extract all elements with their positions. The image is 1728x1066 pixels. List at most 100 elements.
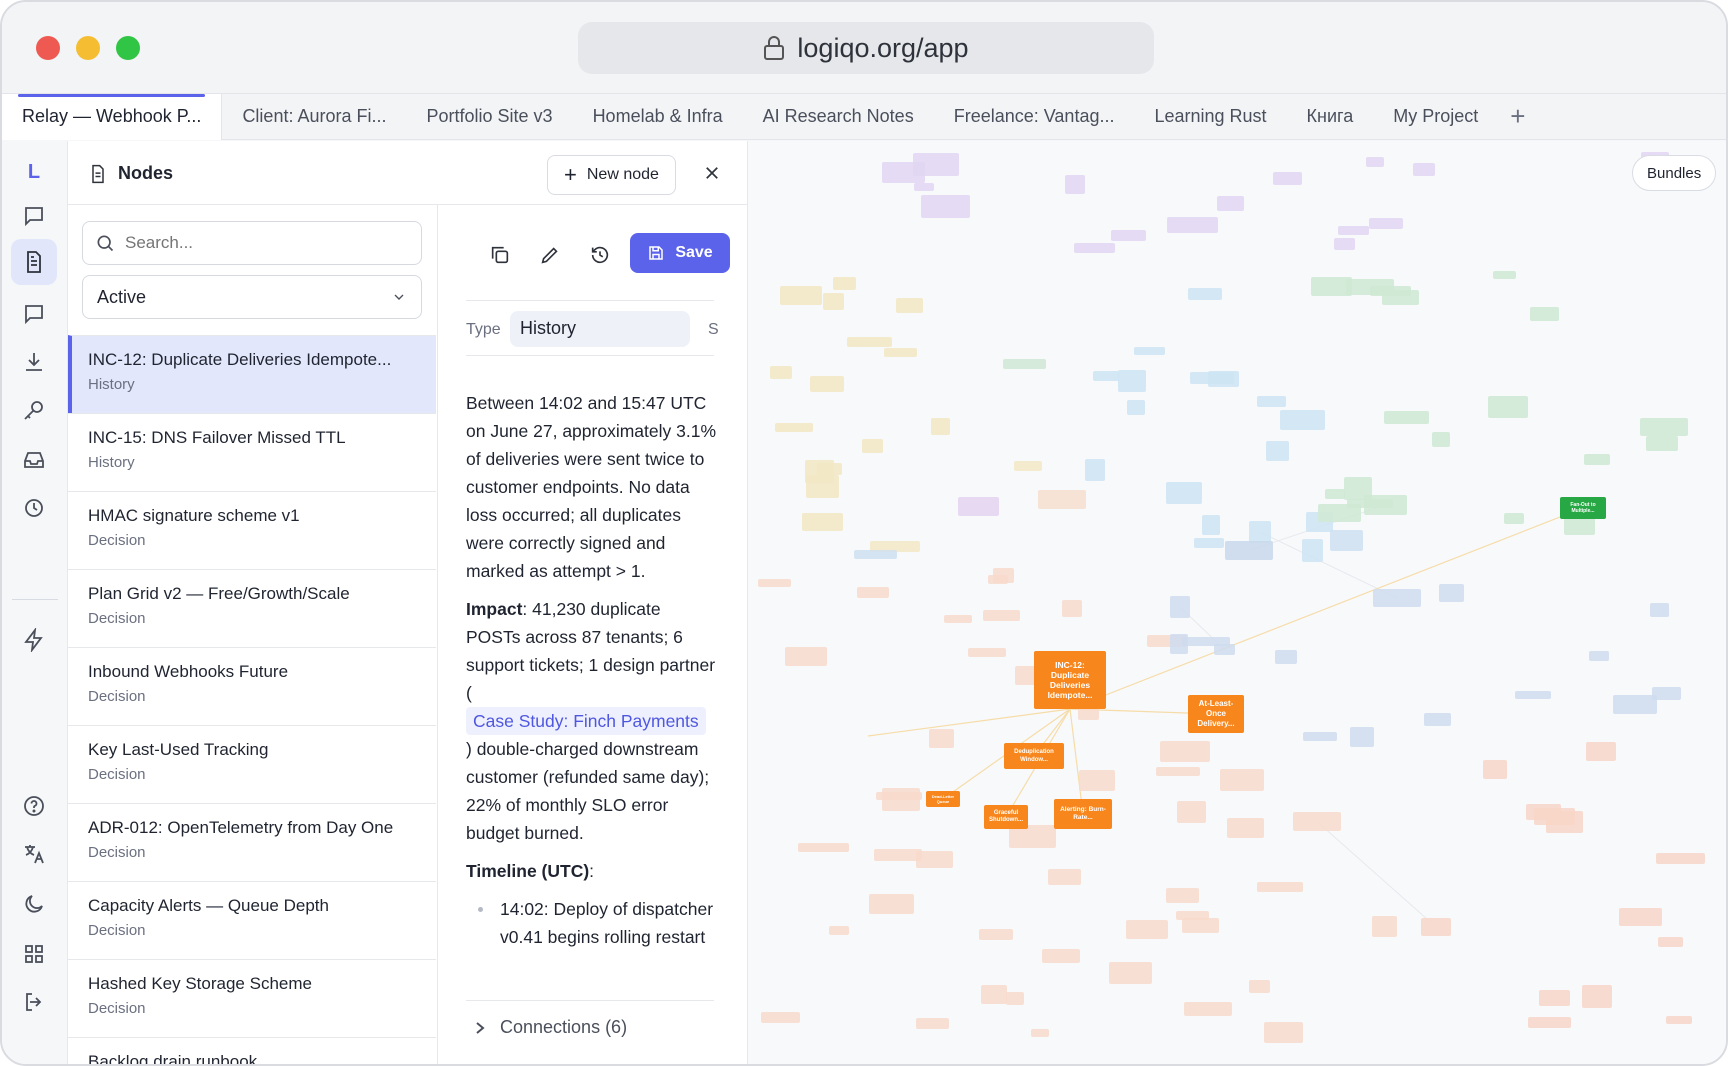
tab-learning-rust[interactable]: Learning Rust [1134, 94, 1286, 140]
graph-node-faded [1303, 732, 1337, 741]
document-icon[interactable] [11, 239, 57, 285]
tab-client-aurora[interactable]: Client: Aurora Fi... [222, 94, 406, 140]
save-button[interactable]: Save [630, 233, 730, 273]
graph-node-faded [1079, 770, 1115, 791]
close-window-button[interactable] [36, 36, 60, 60]
graph-node-fan-out[interactable]: Fan-Out to Multiple... [1560, 497, 1606, 519]
tab-freelance[interactable]: Freelance: Vantag... [934, 94, 1135, 140]
graph-node-faded [1413, 163, 1435, 176]
close-panel-button[interactable] [696, 157, 728, 189]
tab-my-project[interactable]: My Project [1373, 94, 1498, 140]
list-item[interactable]: INC-15: DNS Failover Missed TTL History [68, 413, 436, 491]
graph-node-alerting-burn-rate[interactable]: Alerting: Burn-Rate... [1054, 799, 1112, 829]
app-window: logiqo.org/app Relay — Webhook P... Clie… [0, 0, 1728, 1066]
lightning-icon[interactable] [11, 617, 57, 663]
graph-node-dead-letter[interactable]: Dead-Letter Queue [926, 791, 960, 807]
maximize-window-button[interactable] [116, 36, 140, 60]
node-title: Backlog drain runbook [88, 1052, 258, 1066]
tab-homelab[interactable]: Homelab & Infra [573, 94, 743, 140]
list-item[interactable]: ADR-012: OpenTelemetry from Day One Deci… [68, 803, 436, 881]
history-button[interactable] [582, 237, 618, 273]
graph-node-faded [1062, 600, 1082, 617]
app-logo[interactable]: L [2, 161, 66, 184]
graph-node-dedup-window[interactable]: Deduplication Window... [1004, 743, 1064, 769]
graph-node-faded [847, 337, 892, 347]
divider [466, 355, 714, 356]
graph-edge [1069, 507, 1584, 710]
comment-icon[interactable] [11, 291, 57, 337]
logout-icon[interactable] [11, 979, 57, 1025]
connections-toggle[interactable]: Connections (6) [474, 1017, 627, 1038]
graph-canvas[interactable]: INC-12: Duplicate Deliveries Idempote...… [748, 141, 1726, 1064]
grid-icon[interactable] [11, 931, 57, 977]
moon-icon[interactable] [11, 881, 57, 927]
graph-node-faded [882, 788, 920, 811]
chevron-right-icon [476, 1021, 485, 1034]
search-box[interactable] [82, 221, 422, 265]
graph-node-faded [1134, 347, 1165, 355]
list-item[interactable]: Key Last-Used Tracking Decision [68, 725, 436, 803]
node-title: Plan Grid v2 — Free/Growth/Scale [88, 584, 350, 603]
list-item[interactable]: Capacity Alerts — Queue Depth Decision [68, 881, 436, 959]
list-item[interactable]: Plan Grid v2 — Free/Growth/Scale Decisio… [68, 569, 436, 647]
graph-node-at-least-once[interactable]: At-Least-Once Delivery... [1188, 695, 1244, 733]
graph-node-faded [1347, 499, 1393, 508]
list-item[interactable]: Backlog drain runbook [68, 1037, 436, 1066]
graph-node-inc-12[interactable]: INC-12: Duplicate Deliveries Idempote... [1034, 651, 1106, 709]
status-filter-select[interactable]: Active [82, 275, 422, 319]
case-study-link[interactable]: Case Study: Finch Payments [466, 707, 706, 735]
graph-node-faded [958, 497, 999, 516]
tab-kniga[interactable]: Книга [1287, 94, 1374, 140]
graph-node-faded [1515, 691, 1551, 699]
timeline-colon: : [589, 861, 595, 881]
translate-icon[interactable] [11, 831, 57, 877]
graph-node-faded [1257, 882, 1303, 892]
graph-node-faded [1266, 441, 1289, 461]
node-list: INC-12: Duplicate Deliveries Idempote...… [68, 335, 436, 1066]
graph-node-faded [854, 550, 897, 559]
graph-node-faded [1065, 175, 1085, 194]
node-title: Hashed Key Storage Scheme [88, 974, 312, 993]
tab-relay[interactable]: Relay — Webhook P... [2, 93, 223, 140]
chat-icon[interactable] [11, 193, 57, 239]
graph-node-faded [1582, 985, 1612, 1008]
graph-node-faded [862, 439, 883, 453]
graph-node-faded [1421, 918, 1451, 936]
clock-icon[interactable] [11, 485, 57, 531]
list-item[interactable]: Inbound Webhooks Future Decision [68, 647, 436, 725]
graph-node-faded [1085, 459, 1105, 481]
graph-node-faded [981, 985, 1007, 1004]
graph-node-faded [1127, 400, 1145, 415]
add-tab-icon[interactable]: + [1498, 101, 1537, 132]
address-bar[interactable]: logiqo.org/app [578, 22, 1154, 74]
node-type: Decision [88, 1000, 146, 1017]
tab-ai-research[interactable]: AI Research Notes [743, 94, 934, 140]
graph-node-faded [1539, 990, 1570, 1006]
tab-portfolio[interactable]: Portfolio Site v3 [407, 94, 573, 140]
graph-node-graceful-shutdown[interactable]: Graceful Shutdown... [984, 805, 1028, 829]
edit-button[interactable] [532, 237, 568, 273]
graph-node-faded [1042, 949, 1080, 963]
bundles-button[interactable]: Bundles [1632, 155, 1717, 191]
list-item[interactable]: HMAC signature scheme v1 Decision [68, 491, 436, 569]
minimize-window-button[interactable] [76, 36, 100, 60]
graph-node-faded [1249, 980, 1270, 993]
help-icon[interactable] [11, 783, 57, 829]
new-node-button[interactable]: + New node [547, 155, 676, 195]
download-icon[interactable] [11, 339, 57, 385]
search-input[interactable] [125, 233, 385, 253]
graph-node-faded [1111, 230, 1146, 241]
duplicate-button[interactable] [482, 237, 518, 273]
graph-node-faded [857, 587, 889, 598]
list-item[interactable]: INC-12: Duplicate Deliveries Idempote...… [68, 335, 436, 413]
timeline-item: 14:02: Deploy of dispatcher v0.41 begins… [478, 895, 718, 951]
key-icon[interactable] [11, 387, 57, 433]
graph-node-faded [1217, 196, 1244, 211]
type-field[interactable]: History [510, 311, 690, 347]
inbox-icon[interactable] [11, 437, 57, 483]
list-item[interactable]: Hashed Key Storage Scheme Decision [68, 959, 436, 1037]
graph-node-faded [798, 843, 849, 852]
graph-node-faded [1330, 530, 1363, 551]
pencil-icon [541, 247, 558, 264]
graph-node-faded [1227, 818, 1264, 838]
